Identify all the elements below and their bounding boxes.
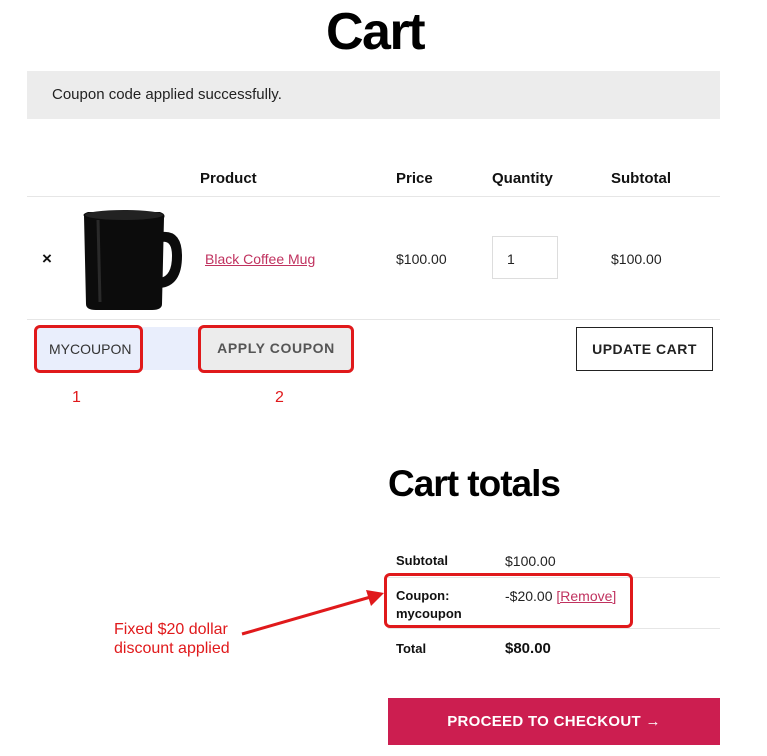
- black-mug-thumbnail[interactable]: [78, 206, 184, 312]
- totals-divider: [388, 628, 720, 629]
- quantity-input[interactable]: [492, 236, 558, 279]
- product-link[interactable]: Black Coffee Mug: [205, 251, 315, 267]
- column-header-product: Product: [200, 170, 257, 187]
- product-price: $100.00: [396, 251, 447, 267]
- annotation-step-1: 1: [72, 389, 81, 406]
- arrow-icon: [241, 590, 384, 636]
- close-icon[interactable]: ×: [42, 249, 52, 269]
- totals-total-label: Total: [396, 641, 427, 656]
- annotation-box-coupon-discount: [384, 573, 633, 628]
- page-title: Cart: [325, 3, 426, 61]
- annotation-box-coupon-input: [34, 325, 143, 373]
- proceed-to-checkout-button[interactable]: PROCEED TO CHECKOUT →: [388, 698, 720, 745]
- annotation-note-line-1: Fixed $20 dollar: [114, 621, 228, 638]
- column-header-subtotal: Subtotal: [611, 170, 671, 187]
- quantity-value[interactable]: 1: [507, 251, 515, 267]
- annotation-step-2: 2: [275, 389, 284, 406]
- row-subtotal: $100.00: [611, 251, 662, 267]
- annotation-box-apply-button: [198, 325, 354, 373]
- column-header-price: Price: [396, 170, 433, 187]
- totals-subtotal-value: $100.00: [505, 553, 556, 569]
- update-cart-button[interactable]: UPDATE CART: [576, 327, 713, 371]
- annotation-note: Fixed $20 dollar discount applied: [114, 620, 230, 658]
- totals-total-value: $80.00: [505, 640, 551, 657]
- row-divider: [27, 319, 720, 320]
- header-divider: [27, 196, 720, 197]
- cart-totals-title: Cart totals: [388, 463, 561, 504]
- annotation-note-line-2: discount applied: [114, 640, 230, 657]
- column-header-quantity: Quantity: [492, 170, 553, 187]
- coupon-success-notice: Coupon code applied successfully.: [27, 71, 720, 119]
- totals-subtotal-label: Subtotal: [396, 553, 448, 568]
